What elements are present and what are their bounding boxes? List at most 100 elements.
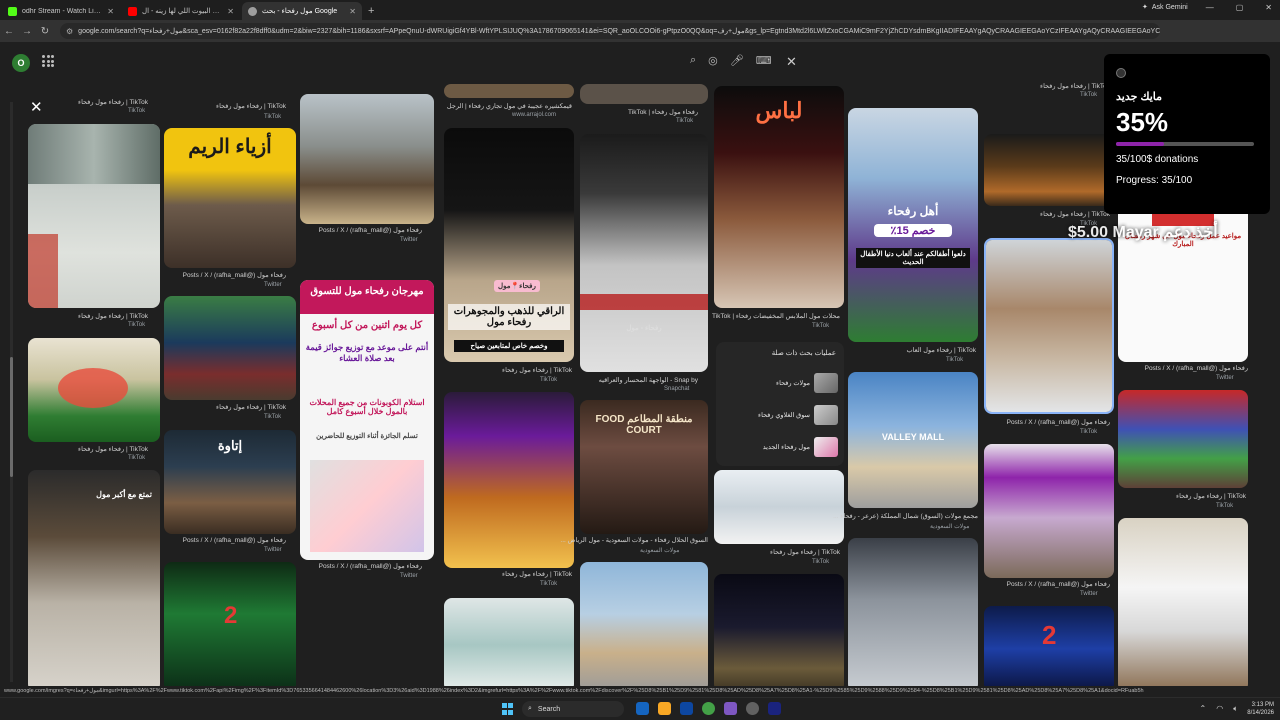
image-top-crop[interactable] [580,84,708,104]
related-item[interactable]: مول رفحاء الجديد [716,434,844,460]
image-caption[interactable]: رفحاء مول (@rafha_mall) / Posts / X [176,271,286,279]
tab-google-search[interactable]: مول رفحاء - بحث Google ✕ [242,2,362,20]
image-blue-arcade[interactable]: 2 [984,606,1114,692]
image-caption[interactable]: السوق الحلال رفحاء - مولات السعودية - مو… [560,536,708,544]
volume-icon[interactable]: 🔈︎ [1233,704,1238,714]
discord-icon[interactable] [724,702,737,715]
image-caption[interactable]: TikTok | رفحاء مول رفحاء [40,312,148,320]
folder-icon[interactable] [658,702,671,715]
related-item[interactable]: سوق الغلاوي رفحاء [716,402,844,428]
back-icon[interactable]: ← [0,26,18,37]
minimize-icon[interactable]: — [1206,3,1214,12]
image-source: TikTok [540,377,558,383]
image-dress-shop[interactable]: لباس [714,86,844,308]
avatar[interactable]: O [12,54,30,72]
tab-close-icon[interactable]: ✕ [349,7,356,16]
image-kids-carousel[interactable] [28,338,160,442]
image-kids-world[interactable]: أهل رفحاء خصم 15٪ دلعوا أطفالكم عند ألعا… [848,108,978,342]
image-tiffany-store[interactable] [444,598,574,692]
search-icon[interactable]: ⌕ [690,54,696,67]
site-info-icon[interactable]: ⚙ [66,27,73,36]
taskbar-clock[interactable]: 3:13 PM 8/14/2026 [1247,701,1274,717]
image-caption[interactable]: TikTok | رفحاء مول رفحاء [40,445,148,453]
image-juice-shop[interactable] [444,392,574,568]
image-gold-jewelry[interactable]: رفحاء📍مول الراقي للذهب والمجوهرات رفحاء … [444,128,574,362]
image-officials-visit[interactable] [1118,518,1248,692]
mic-icon[interactable]: 🎤︎ [730,54,744,67]
image-valley-mall[interactable]: VALLEY MALL [848,372,978,508]
tab-close-icon[interactable]: ✕ [227,7,234,16]
explorer-icon[interactable] [636,702,649,715]
new-tab-button[interactable]: + [368,2,374,20]
image-kiosk-selected[interactable] [984,238,1114,414]
keyboard-icon[interactable]: ⌨ [756,54,772,67]
image-festival-poster[interactable]: مهرجان رفحاء مول للتسوق كل يوم اثنين من … [300,280,434,560]
image-top-crop[interactable] [444,84,574,98]
image-caption[interactable]: TikTok | رفحاء مول رفحاء [452,570,572,578]
image-caption[interactable]: رفحاء مول (@rafha_mall) / Posts / X [176,536,286,544]
image-caption[interactable]: Snap by - الواجهة المحسار والعراقيه [588,376,698,384]
wifi-icon[interactable]: ◠ [1216,704,1223,714]
lens-icon[interactable]: ◎ [708,54,718,67]
image-play-area[interactable] [1118,390,1248,488]
image-parking-lot[interactable] [580,562,708,692]
image-caption[interactable]: رفحاء مول (@rafha_mall) / Posts / X [990,580,1110,588]
image-caption[interactable]: رفحاء مول (@rafha_mall) / Posts / X [990,418,1110,426]
image-caption[interactable]: رفحاء مول (@rafha_mall) / Posts / X [312,562,422,570]
app-icon[interactable] [680,702,693,715]
taskbar-search[interactable]: ⌕ Search [522,701,624,717]
image-purple-store[interactable] [984,444,1114,578]
scrollbar-thumb[interactable] [10,357,13,477]
apps-grid-icon[interactable] [42,55,54,67]
image-expo-booth[interactable] [300,94,434,224]
tab-youtube[interactable]: يا دار وين البيوت اللي لها زينه - ال ✕ [122,2,240,20]
forward-icon[interactable]: → [18,26,36,37]
reload-icon[interactable]: ↻ [36,26,54,37]
image-food-court[interactable]: منطقة المطاعم FOOD COURT [580,400,708,534]
scrollbar[interactable] [10,102,13,682]
steam-icon[interactable] [768,702,781,715]
tray-chevron-icon[interactable]: ⌃ [1200,704,1207,714]
ask-gemini-button[interactable]: ✦ Ask Gemini [1142,3,1188,12]
maximize-icon[interactable]: ▢ [1236,3,1244,12]
close-window-icon[interactable]: ✕ [1265,3,1272,12]
image-exterior-dusk[interactable] [984,134,1114,206]
image-caption[interactable]: TikTok | رفحاء مول رفحاء [1126,492,1246,500]
image-arcade[interactable] [164,296,296,400]
image-bright-corridor[interactable] [714,470,844,544]
browser-toolbar: ← → ↻ ⚙ google.com/search?q=مول+رفحاء&sc… [0,20,1280,42]
donation-amount: 35/100$ donations [1116,154,1199,165]
image-caption[interactable]: رفحاء مول (@rafha_mall) / Posts / X [1126,364,1248,372]
address-bar[interactable]: ⚙ google.com/search?q=مول+رفحاء&sca_esv=… [60,23,1160,39]
image-caption[interactable]: TikTok | رفحاء مول رفحاء [40,98,148,106]
related-item[interactable]: مولات رفحاء [716,370,844,396]
image-caption[interactable]: TikTok | رفحاء مول رفحاء [452,366,572,374]
ask-gemini-label: Ask Gemini [1151,3,1188,11]
image-caption[interactable]: قيمكشيره عجيبة في مول تجاري رفحاء | الرج… [447,102,572,110]
windows-start-icon[interactable] [502,703,514,715]
image-caption[interactable]: رفحاء مول رفحاء | TikTok [588,108,698,116]
donation-progress-fill [1116,142,1165,146]
image-storefront-entrance[interactable]: تمتع مع أكبر مول [28,470,160,692]
image-utawa-store[interactable]: إتاوة [164,430,296,534]
image-caption[interactable]: TikTok | رفحاء مول رفحاء [176,403,286,411]
image-mall-hallway[interactable]: رفحاء - مول [580,134,708,372]
image-green-arcade[interactable]: 2 [164,562,296,692]
image-night-parking[interactable] [714,574,844,692]
image-reem-fashion[interactable]: أزياء الريم [164,128,296,268]
image-caption[interactable]: TikTok | رفحاء مول رفحاء [176,102,286,110]
image-mall-corridor[interactable] [28,124,160,308]
tab-close-icon[interactable]: ✕ [107,7,114,16]
image-caption[interactable]: TikTok | رفحاء مول العاب [856,346,976,354]
tab-kick-stream[interactable]: odhr Stream - Watch Live on Ki ✕ [2,2,120,20]
clear-search-icon[interactable]: ✕ [786,54,797,70]
image-caption[interactable]: TikTok | رفحاء مول رفحاء [990,82,1110,90]
obs-icon[interactable] [746,702,759,715]
image-mall-interior[interactable] [848,538,978,692]
image-caption[interactable]: مجمع مولات (السوق) شمال المملكة (عرعر - … [833,512,978,520]
image-caption[interactable]: محلات مول الملابس المخفيضات رفحاء | TikT… [712,312,840,320]
image-caption[interactable]: رفحاء مول (@rafha_mall) / Posts / X [312,226,422,234]
image-caption[interactable]: TikTok | رفحاء مول رفحاء [990,210,1110,218]
image-caption[interactable]: TikTok | رفحاء مول رفحاء [720,548,840,556]
chrome-icon[interactable] [702,702,715,715]
